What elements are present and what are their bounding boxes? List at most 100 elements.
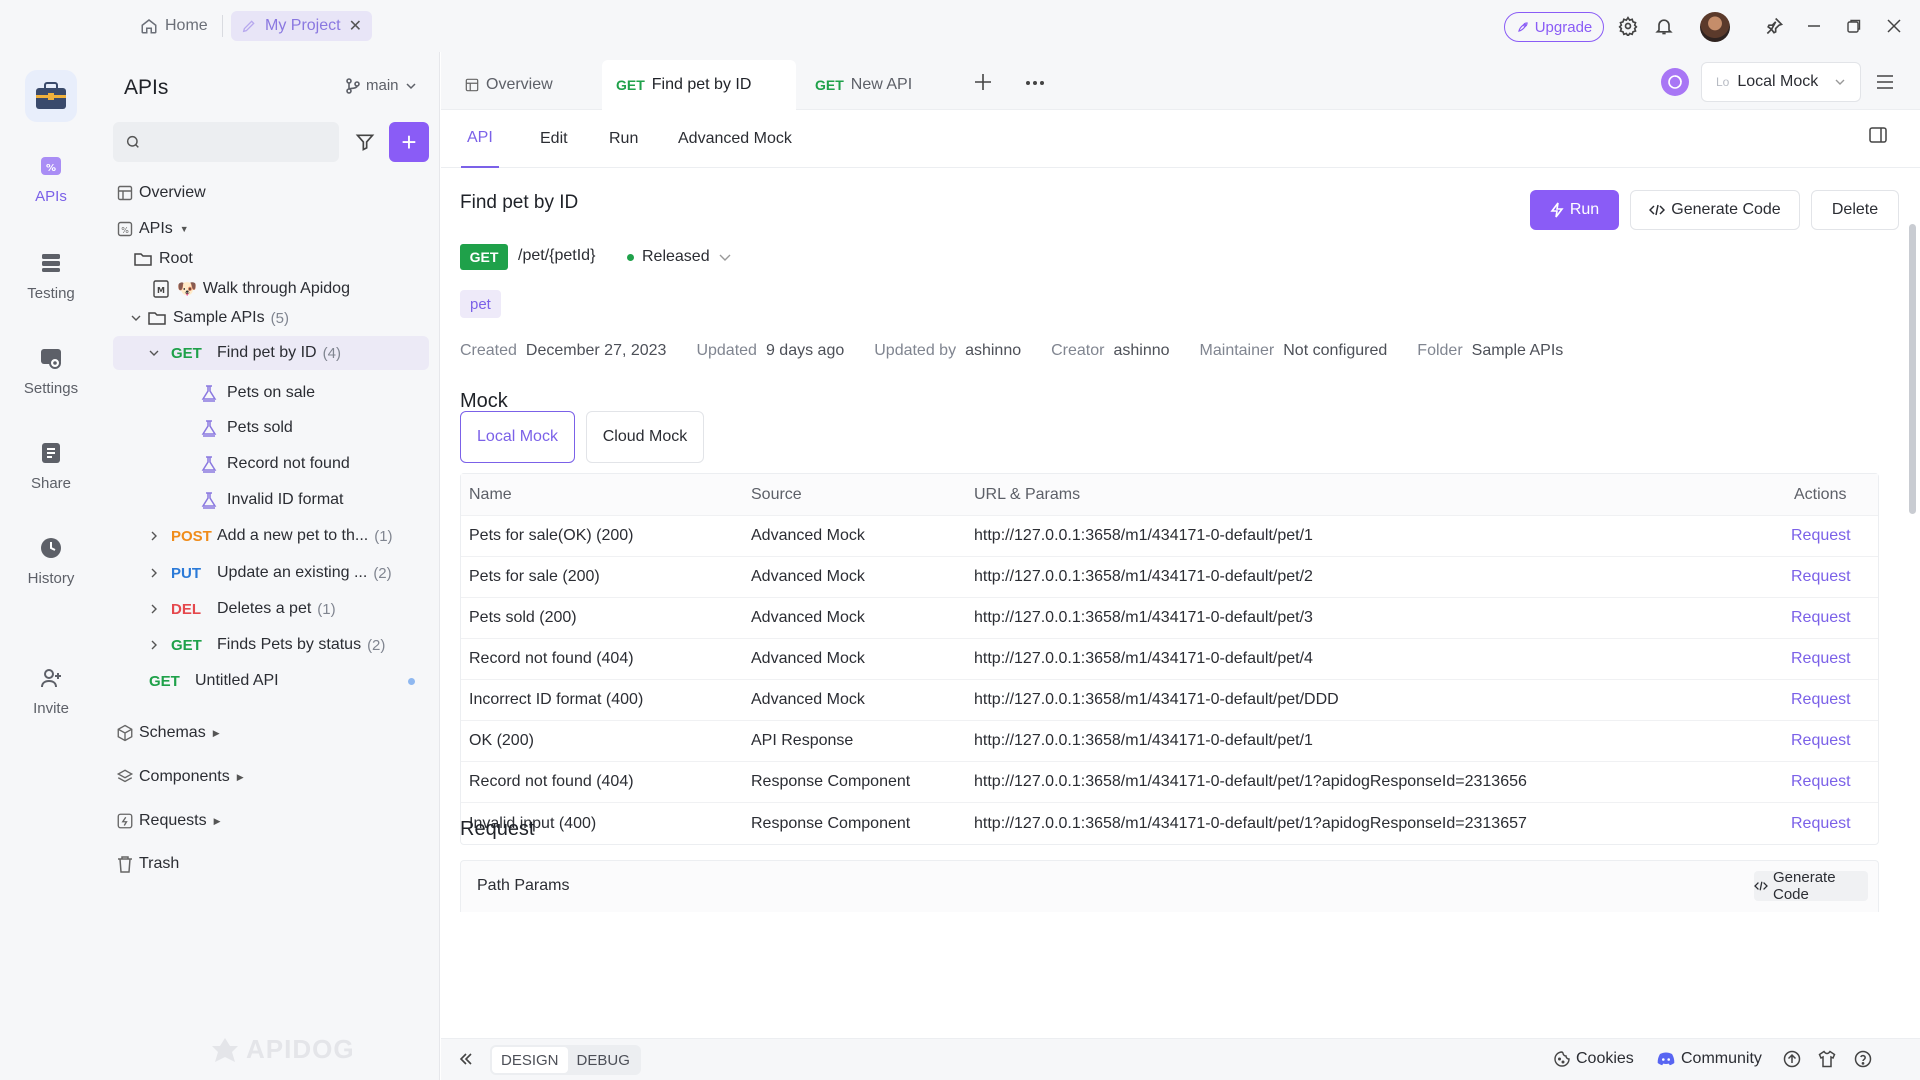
request-link[interactable]: Request (1791, 762, 1851, 802)
tree-item-update-pet[interactable]: PUT Update an existing ... (2) (113, 556, 429, 590)
tree-item-root[interactable]: Root (113, 242, 429, 276)
help-icon[interactable] (1854, 1050, 1872, 1068)
tree-item-trash[interactable]: Trash (113, 847, 429, 881)
rail-item-invite[interactable]: Invite (0, 664, 102, 717)
method-get: GET (171, 344, 202, 362)
request-link[interactable]: Request (1791, 803, 1851, 844)
environment-select[interactable]: Lo Local Mock (1701, 62, 1861, 102)
meta-updated-by: Updated by ashinno (874, 342, 1022, 359)
home-tab[interactable]: Home (134, 12, 214, 40)
tree-item-delete-pet[interactable]: DEL Deletes a pet (1) (113, 592, 429, 626)
branch-selector[interactable]: main (346, 77, 417, 94)
chevron-right-icon (147, 604, 161, 614)
tree-item-find-by-status[interactable]: GET Finds Pets by status (2) (113, 628, 429, 662)
close-tab-icon[interactable]: ✕ (349, 16, 362, 36)
mock-url[interactable]: http://127.0.0.1:3658/m1/434171-0-defaul… (974, 721, 1313, 761)
subtab-run[interactable]: Run (609, 110, 638, 168)
delete-button[interactable]: Delete (1811, 190, 1899, 230)
markdown-icon: M (151, 279, 171, 299)
rail-item-apis[interactable]: % APIs (0, 152, 102, 205)
search-input[interactable] (149, 133, 329, 151)
rail-item-testing[interactable]: Testing (0, 249, 102, 302)
mode-design[interactable]: DESIGN (492, 1047, 568, 1073)
tree-item-schemas[interactable]: Schemas ▶ (113, 716, 429, 750)
project-tab[interactable]: My Project ✕ (231, 11, 372, 41)
tree-item-untitled-api[interactable]: GET Untitled API (113, 664, 429, 698)
run-button[interactable]: Run (1530, 190, 1619, 230)
search-box[interactable] (113, 122, 339, 162)
divider (222, 15, 223, 37)
tree-item-add-pet[interactable]: POST Add a new pet to th... (1) (113, 519, 429, 553)
restore-icon[interactable] (1842, 14, 1866, 38)
community-button[interactable]: Community (1657, 1050, 1762, 1068)
generate-code-button[interactable]: Generate Code (1754, 869, 1868, 903)
filter-button[interactable] (347, 122, 383, 162)
tab-new-api[interactable]: GET New API (801, 60, 926, 110)
close-icon[interactable] (1882, 14, 1906, 38)
mock-url[interactable]: http://127.0.0.1:3658/m1/434171-0-defaul… (974, 762, 1527, 802)
subtab-advanced-mock[interactable]: Advanced Mock (678, 110, 792, 168)
apis-icon: % (37, 152, 65, 180)
more-tabs-button[interactable] (1024, 74, 1048, 92)
upgrade-button[interactable]: Upgrade (1504, 12, 1604, 42)
request-link[interactable]: Request (1791, 516, 1851, 556)
subtab-edit[interactable]: Edit (540, 110, 568, 168)
generate-code-button[interactable]: Generate Code (1630, 190, 1800, 230)
tree-item-mock-pets-on-sale[interactable]: Pets on sale (113, 376, 429, 410)
tree-item-mock-invalid-id[interactable]: Invalid ID format (113, 483, 429, 517)
tab-cloud-mock[interactable]: Cloud Mock (586, 411, 704, 463)
request-icon (115, 811, 135, 831)
mode-debug[interactable]: DEBUG (568, 1047, 639, 1073)
tree-item-mock-pets-sold[interactable]: Pets sold (113, 411, 429, 445)
status-label: Released (642, 248, 710, 265)
avatar[interactable] (1700, 12, 1730, 42)
request-link[interactable]: Request (1791, 639, 1851, 679)
mock-url[interactable]: http://127.0.0.1:3658/m1/434171-0-defaul… (974, 803, 1527, 844)
panel-toggle-icon[interactable] (1868, 125, 1892, 149)
tree-item-requests[interactable]: Requests ▶ (113, 804, 429, 838)
tree-item-mock-record-not-found[interactable]: Record not found (113, 447, 429, 481)
api-tag[interactable]: pet (460, 290, 501, 318)
env-menu-button[interactable] (1865, 62, 1905, 102)
mock-url[interactable]: http://127.0.0.1:3658/m1/434171-0-defaul… (974, 598, 1313, 638)
tree-item-sample-apis[interactable]: Sample APIs (5) (113, 301, 429, 335)
settings-icon[interactable] (1616, 14, 1640, 38)
tab-overview[interactable]: Overview (451, 60, 567, 110)
tree-item-find-pet[interactable]: GET Find pet by ID (4) (113, 336, 429, 370)
double-chevron-left-icon[interactable] (457, 1050, 477, 1070)
bell-icon[interactable] (1652, 14, 1676, 38)
new-tab-button[interactable] (973, 72, 995, 94)
env-sync-icon[interactable] (1661, 68, 1689, 96)
share-icon (37, 439, 65, 467)
request-link[interactable]: Request (1791, 721, 1851, 761)
rail-item-history[interactable]: History (0, 534, 102, 587)
tab-find-pet[interactable]: GET Find pet by ID (602, 60, 796, 110)
project-logo[interactable] (25, 70, 77, 122)
request-link[interactable]: Request (1791, 680, 1851, 720)
mock-url[interactable]: http://127.0.0.1:3658/m1/434171-0-defaul… (974, 639, 1313, 679)
shirt-icon[interactable] (1818, 1050, 1836, 1068)
scrollbar-thumb[interactable] (1909, 224, 1916, 514)
request-link[interactable]: Request (1791, 598, 1851, 638)
dog-emoji: 🐶 (177, 281, 197, 298)
tree-item-apis[interactable]: % APIs ▼ (113, 212, 429, 246)
plus-icon: + (401, 126, 417, 157)
request-link[interactable]: Request (1791, 557, 1851, 597)
cookies-button[interactable]: Cookies (1554, 1050, 1634, 1068)
rail-item-share[interactable]: Share (0, 439, 102, 492)
add-button[interactable]: + (389, 122, 429, 162)
rail-item-settings[interactable]: Settings (0, 344, 102, 397)
mock-url[interactable]: http://127.0.0.1:3658/m1/434171-0-defaul… (974, 680, 1339, 720)
rail-label: Testing (27, 285, 75, 302)
tab-local-mock[interactable]: Local Mock (460, 411, 575, 463)
scrollbar[interactable] (1908, 168, 1916, 518)
mock-url[interactable]: http://127.0.0.1:3658/m1/434171-0-defaul… (974, 557, 1313, 597)
minimize-icon[interactable] (1802, 14, 1826, 38)
tree-item-overview[interactable]: Overview (113, 176, 429, 210)
mock-url[interactable]: http://127.0.0.1:3658/m1/434171-0-defaul… (974, 516, 1313, 556)
status-select[interactable]: Released (627, 248, 732, 266)
upload-icon[interactable] (1783, 1050, 1801, 1068)
subtab-api[interactable]: API (461, 110, 499, 168)
tree-item-components[interactable]: Components ▶ (113, 760, 429, 794)
pin-icon[interactable] (1762, 14, 1786, 38)
